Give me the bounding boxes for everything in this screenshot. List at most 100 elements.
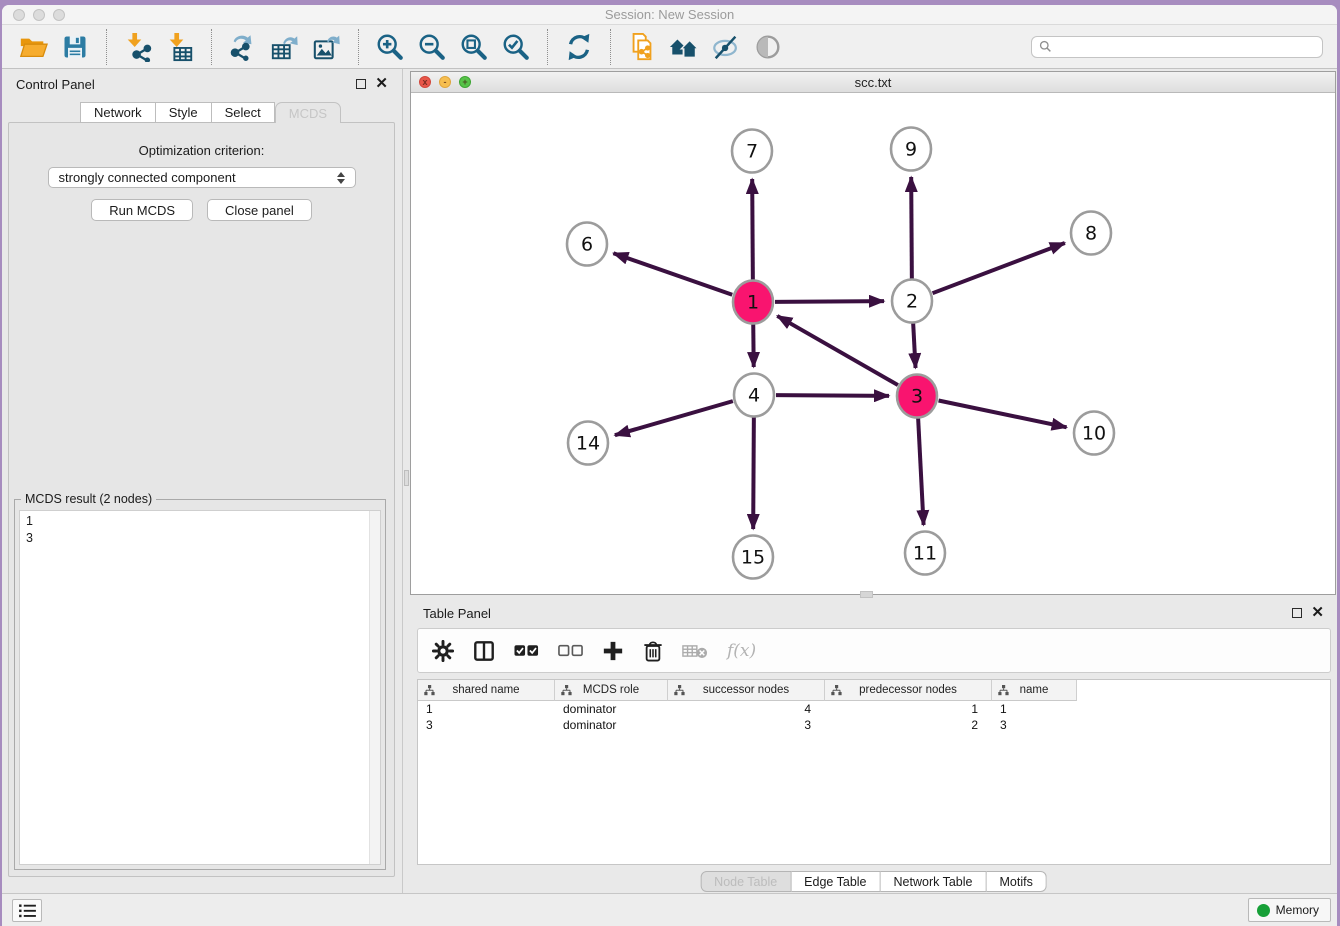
folder-open-icon[interactable] bbox=[17, 30, 49, 64]
toolbar-separator bbox=[358, 29, 359, 65]
table-cell[interactable]: 1 bbox=[825, 702, 992, 716]
control-panel: Control Panel ✕ NetworkStyleSelectMCDS O… bbox=[2, 69, 402, 893]
node-11[interactable]: 11 bbox=[905, 532, 945, 575]
network-graph[interactable]: 7 9 6 8 1 2 4 3 14 10 15 11 bbox=[411, 93, 1335, 594]
vertical-splitter[interactable] bbox=[402, 69, 410, 893]
column-header-shared-name[interactable]: shared name bbox=[418, 680, 555, 701]
control-panel-tab-mcds[interactable]: MCDS bbox=[275, 102, 341, 123]
node-1[interactable]: 1 bbox=[733, 281, 773, 324]
float-panel-icon[interactable] bbox=[356, 79, 366, 89]
network-window-title: scc.txt bbox=[855, 75, 892, 90]
window-traffic-lights[interactable] bbox=[13, 9, 65, 21]
task-history-button[interactable] bbox=[12, 899, 42, 922]
search-input[interactable] bbox=[1057, 40, 1315, 54]
node-8[interactable]: 8 bbox=[1071, 212, 1111, 255]
edge-2-8[interactable] bbox=[933, 243, 1065, 293]
zoom-fit-icon[interactable] bbox=[458, 30, 490, 64]
column-header-name[interactable]: name bbox=[992, 680, 1077, 701]
float-table-panel-icon[interactable] bbox=[1292, 608, 1302, 618]
edge-4-15[interactable] bbox=[753, 417, 754, 529]
table-tab-node-table[interactable]: Node Table bbox=[700, 871, 791, 892]
circular-arrows-icon[interactable] bbox=[563, 30, 595, 64]
table-cell[interactable]: 3 bbox=[668, 718, 825, 732]
control-panel-tab-style[interactable]: Style bbox=[156, 102, 212, 123]
table-cell[interactable]: 2 bbox=[825, 718, 992, 732]
splitter-grip[interactable] bbox=[404, 470, 409, 486]
zoom-window-button[interactable] bbox=[53, 9, 65, 21]
column-header-MCDS-role[interactable]: MCDS role bbox=[555, 680, 668, 701]
deselect-all-checkboxes-icon[interactable] bbox=[558, 644, 583, 657]
table-row[interactable]: 3dominator323 bbox=[418, 717, 1330, 733]
zoom-selected-icon[interactable] bbox=[500, 30, 532, 64]
node-3[interactable]: 3 bbox=[897, 375, 937, 418]
result-scrollbar[interactable] bbox=[369, 511, 380, 864]
trash-icon[interactable] bbox=[643, 640, 663, 662]
table-cell[interactable]: 3 bbox=[418, 718, 555, 732]
table-cell[interactable]: dominator bbox=[555, 718, 668, 732]
memory-button[interactable]: Memory bbox=[1248, 898, 1331, 922]
zoom-out-icon[interactable] bbox=[416, 30, 448, 64]
table-cell[interactable]: 4 bbox=[668, 702, 825, 716]
table-row[interactable]: 1dominator411 bbox=[418, 701, 1330, 717]
houses-icon[interactable] bbox=[668, 30, 700, 64]
control-panel-tab-select[interactable]: Select bbox=[212, 102, 275, 123]
mcds-result-area[interactable]: 1 3 bbox=[19, 510, 381, 865]
table-cell[interactable]: 3 bbox=[992, 718, 1077, 732]
copy-network-icon[interactable] bbox=[626, 30, 658, 64]
edge-1-2[interactable] bbox=[775, 301, 884, 302]
edge-4-14[interactable] bbox=[615, 401, 733, 435]
search-box[interactable] bbox=[1031, 36, 1323, 58]
save-icon[interactable] bbox=[59, 30, 91, 64]
plus-icon[interactable] bbox=[602, 640, 624, 662]
network-close-button[interactable]: x bbox=[419, 76, 431, 88]
import-network-icon[interactable] bbox=[122, 30, 154, 64]
table-tab-edge-table[interactable]: Edge Table bbox=[791, 871, 880, 892]
zoom-in-icon[interactable] bbox=[374, 30, 406, 64]
edge-3-11[interactable] bbox=[918, 418, 923, 525]
node-9[interactable]: 9 bbox=[891, 128, 931, 171]
edge-2-9[interactable] bbox=[911, 177, 912, 279]
table-cell[interactable]: 1 bbox=[418, 702, 555, 716]
select-all-checkboxes-icon[interactable] bbox=[514, 644, 539, 657]
edge-4-3[interactable] bbox=[776, 395, 889, 396]
status-bar: Memory bbox=[2, 893, 1337, 926]
node-15[interactable]: 15 bbox=[733, 536, 773, 579]
node-4[interactable]: 4 bbox=[734, 374, 774, 417]
network-canvas[interactable]: 7 9 6 8 1 2 4 3 14 10 15 11 bbox=[411, 93, 1335, 594]
column-header-predecessor-nodes[interactable]: predecessor nodes bbox=[825, 680, 992, 701]
network-minimize-button[interactable]: - bbox=[439, 76, 451, 88]
export-network-icon[interactable] bbox=[227, 30, 259, 64]
table-cell[interactable]: 1 bbox=[992, 702, 1077, 716]
import-table-icon[interactable] bbox=[164, 30, 196, 64]
table-tab-network-table[interactable]: Network Table bbox=[881, 871, 987, 892]
network-zoom-button[interactable]: + bbox=[459, 76, 471, 88]
edge-3-10[interactable] bbox=[939, 401, 1067, 428]
edge-1-7[interactable] bbox=[752, 179, 753, 280]
node-2[interactable]: 2 bbox=[892, 280, 932, 323]
node-7[interactable]: 7 bbox=[732, 130, 772, 173]
node-6[interactable]: 6 bbox=[567, 223, 607, 266]
close-panel-button[interactable]: Close panel bbox=[207, 199, 312, 221]
eye-slash-icon[interactable] bbox=[710, 30, 742, 64]
close-panel-icon[interactable]: ✕ bbox=[375, 79, 388, 89]
table-cell[interactable]: dominator bbox=[555, 702, 668, 716]
node-14[interactable]: 14 bbox=[568, 422, 608, 465]
node-table[interactable]: shared nameMCDS rolesuccessor nodesprede… bbox=[417, 679, 1331, 865]
edge-1-6[interactable] bbox=[613, 253, 732, 295]
table-tab-motifs[interactable]: Motifs bbox=[986, 871, 1046, 892]
edge-2-3[interactable] bbox=[913, 323, 915, 368]
gear-icon[interactable] bbox=[432, 640, 454, 662]
minimize-window-button[interactable] bbox=[33, 9, 45, 21]
run-mcds-button[interactable]: Run MCDS bbox=[91, 199, 193, 221]
control-panel-tab-network[interactable]: Network bbox=[80, 102, 156, 123]
export-table-icon[interactable] bbox=[269, 30, 301, 64]
edge-3-1[interactable] bbox=[777, 316, 898, 385]
eye-icon[interactable] bbox=[752, 30, 784, 64]
column-header-successor-nodes[interactable]: successor nodes bbox=[668, 680, 825, 701]
optimization-criterion-select[interactable]: strongly connected component bbox=[48, 167, 356, 188]
close-table-panel-icon[interactable]: ✕ bbox=[1311, 608, 1324, 618]
export-image-icon[interactable] bbox=[311, 30, 343, 64]
node-10[interactable]: 10 bbox=[1074, 412, 1114, 455]
close-window-button[interactable] bbox=[13, 9, 25, 21]
split-columns-icon[interactable] bbox=[473, 640, 495, 662]
